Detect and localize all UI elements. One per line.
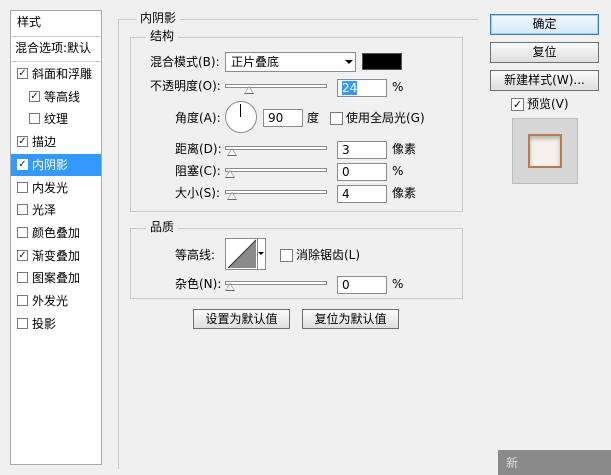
distance-slider[interactable]: [225, 146, 327, 150]
style-list-item-label: 光泽: [32, 203, 57, 218]
noise-input[interactable]: 0: [337, 276, 387, 294]
watermark-strip: 新: [498, 450, 611, 475]
choke-slider[interactable]: [225, 168, 327, 172]
style-list-item[interactable]: 颜色叠加: [11, 222, 101, 244]
style-checkbox[interactable]: ✓: [17, 136, 28, 148]
style-list-item-label: 外发光: [32, 294, 69, 308]
angle-unit: 度: [307, 111, 320, 125]
style-list-item[interactable]: 投影: [11, 313, 101, 335]
style-list-item-label: 投影: [32, 316, 57, 331]
opacity-slider-thumb[interactable]: [244, 86, 255, 94]
style-list-item[interactable]: 图案叠加: [11, 267, 101, 289]
style-checkbox[interactable]: [17, 204, 28, 216]
noise-slider-thumb[interactable]: [225, 283, 235, 291]
style-list-item-label: 图案叠加: [32, 271, 81, 286]
structure-title: 结构: [146, 29, 179, 43]
preview-checkbox[interactable]: ✓: [511, 98, 524, 111]
angle-dial[interactable]: [225, 101, 257, 133]
style-checkbox[interactable]: ✓: [17, 68, 28, 79]
size-unit: 像素: [392, 186, 417, 200]
chevron-down-icon: [258, 252, 264, 255]
panel-title: 内阴影: [136, 11, 181, 25]
anti-alias-label[interactable]: 消除锯齿(L): [296, 245, 360, 265]
list-divider: [11, 61, 101, 62]
chevron-down-icon: [345, 60, 353, 64]
size-slider[interactable]: [225, 190, 327, 194]
choke-slider-thumb[interactable]: [225, 170, 235, 178]
style-checkbox[interactable]: [17, 295, 28, 306]
global-light-checkbox[interactable]: [330, 112, 343, 125]
style-list-item-label: 等高线: [44, 89, 81, 104]
style-list-item-label: 斜面和浮雕: [32, 67, 93, 81]
size-slider-thumb[interactable]: [227, 192, 237, 200]
distance-unit: 像素: [392, 142, 417, 156]
style-list-item[interactable]: 外发光: [11, 290, 101, 312]
opacity-label: 不透明度(O):: [150, 79, 221, 93]
size-label: 大小(S):: [175, 186, 221, 200]
checkmark-icon: ✓: [512, 98, 523, 111]
opacity-unit: %: [392, 80, 404, 94]
style-list-item[interactable]: ✓ 描边: [11, 131, 101, 153]
style-checkbox[interactable]: [17, 181, 28, 193]
contour-curve-icon: [227, 239, 257, 269]
quality-title: 品质: [146, 220, 179, 234]
style-checkbox[interactable]: [17, 317, 28, 329]
shadow-color-swatch[interactable]: [362, 53, 402, 70]
blend-mode-label: 混合模式(B):: [150, 55, 220, 69]
distance-label: 距离(D):: [175, 142, 222, 156]
blend-mode-select[interactable]: 正片叠底: [225, 52, 356, 72]
style-list-header[interactable]: 样式: [17, 11, 107, 33]
make-default-button[interactable]: 设置为默认值: [193, 309, 290, 329]
style-list-item[interactable]: 内发光: [11, 177, 101, 199]
reset-default-button[interactable]: 复位为默认值: [302, 309, 399, 329]
noise-unit: %: [392, 277, 404, 291]
contour-picker[interactable]: [225, 238, 266, 270]
preview-label[interactable]: 预览(V): [527, 94, 569, 114]
opacity-slider[interactable]: [225, 84, 327, 88]
style-preview: [512, 118, 578, 184]
size-input[interactable]: 4: [337, 185, 387, 203]
blend-mode-value: 正片叠底: [231, 55, 280, 69]
distance-slider-thumb[interactable]: [227, 148, 237, 156]
style-list-item[interactable]: ✓ 斜面和浮雕: [11, 63, 101, 85]
style-list-item-label: 渐变叠加: [32, 248, 81, 263]
style-list-item[interactable]: ✓ 内阴影: [11, 153, 101, 176]
opacity-input[interactable]: 24: [337, 79, 387, 97]
style-list-item-label: 颜色叠加: [32, 225, 81, 240]
opacity-value: 24: [342, 81, 358, 95]
anti-alias-checkbox[interactable]: [280, 249, 293, 262]
style-checkbox[interactable]: [17, 226, 28, 238]
ok-button[interactable]: 确定: [490, 14, 599, 35]
blending-options-item[interactable]: 混合选项:默认: [15, 37, 105, 59]
style-list-item-label: 内阴影: [32, 157, 69, 172]
noise-slider[interactable]: [225, 281, 327, 285]
angle-label: 角度(A):: [175, 111, 221, 125]
choke-label: 阻塞(C):: [175, 164, 221, 178]
style-list-item[interactable]: ✓ 渐变叠加: [11, 245, 101, 267]
style-list-item[interactable]: 光泽: [11, 199, 101, 221]
style-list: 样式 混合选项:默认 ✓ 斜面和浮雕 ✓ 等高线 纹理 ✓ 描边 ✓ 内阴影 内发光 光泽 颜色叠加 ✓…: [10, 10, 102, 465]
angle-dial-needle: [240, 104, 241, 117]
style-checkbox[interactable]: [29, 113, 40, 125]
style-checkbox[interactable]: ✓: [17, 249, 28, 261]
contour-label: 等高线:: [175, 248, 216, 262]
global-light-label[interactable]: 使用全局光(G): [346, 108, 425, 128]
noise-label: 杂色(N):: [175, 277, 222, 291]
new-style-button[interactable]: 新建样式(W)...: [490, 70, 599, 91]
style-list-item-label: 描边: [32, 135, 57, 150]
choke-unit: %: [392, 164, 404, 178]
choke-input[interactable]: 0: [337, 163, 387, 181]
style-list-item-label: 纹理: [44, 112, 69, 127]
angle-input[interactable]: 90: [263, 109, 303, 127]
reset-button[interactable]: 复位: [490, 42, 599, 63]
style-list-item[interactable]: ✓ 等高线: [11, 86, 101, 108]
style-list-item[interactable]: 纹理: [11, 108, 101, 130]
distance-input[interactable]: 3: [337, 141, 387, 159]
style-checkbox[interactable]: ✓: [17, 158, 28, 170]
watermark-text: 新: [506, 456, 519, 470]
style-checkbox[interactable]: [17, 272, 28, 284]
preview-swatch: [528, 134, 562, 168]
style-list-item-label: 内发光: [32, 180, 69, 195]
style-checkbox[interactable]: ✓: [29, 90, 40, 102]
